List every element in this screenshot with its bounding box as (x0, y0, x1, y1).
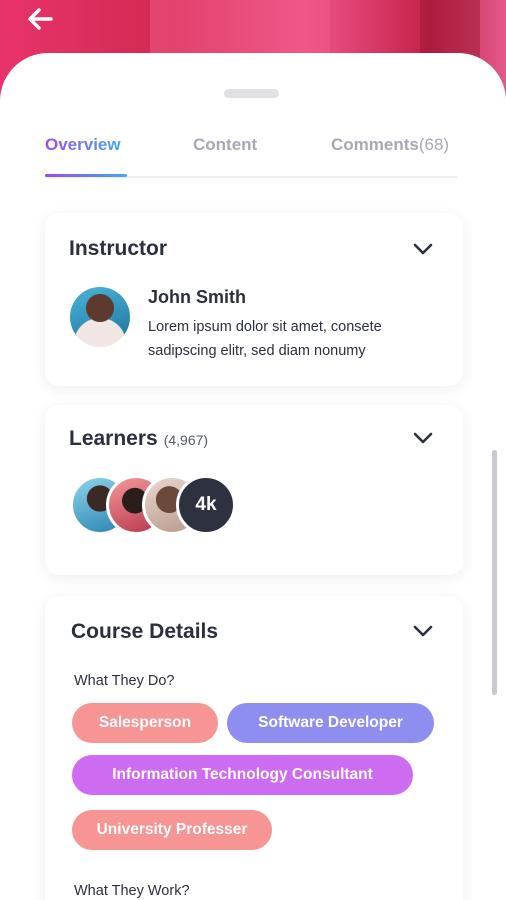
instructor-title: Instructor (69, 237, 168, 260)
cover-decoration (420, 0, 480, 60)
scrollbar[interactable] (492, 450, 497, 695)
chip-software-developer[interactable]: Software Developer (227, 703, 434, 743)
active-tab-indicator (45, 174, 127, 177)
chevron-down-icon[interactable] (413, 431, 433, 445)
back-button[interactable] (24, 4, 56, 34)
learners-card: Learners (4,967) 4k (45, 405, 463, 575)
learners-title-text: Learners (69, 427, 158, 450)
what-they-work-label: What They Work? (74, 883, 190, 899)
chip-it-consultant[interactable]: Information Technology Consultant (72, 755, 413, 795)
course-details-title: Course Details (71, 620, 219, 643)
chip-university-professor[interactable]: University Professer (72, 810, 272, 850)
tab-bar: Overview Content Comments(68) (45, 133, 457, 178)
learners-title: Learners (4,967) (69, 427, 208, 451)
instructor-name: John Smith (148, 287, 246, 307)
tab-content[interactable]: Content (193, 135, 257, 155)
learners-count: (4,967) (163, 432, 209, 448)
more-learners-badge[interactable]: 4k (176, 475, 236, 535)
instructor-bio: Lorem ipsum dolor sit amet, consete sadi… (148, 319, 382, 359)
tab-comments-label: Comments (331, 135, 419, 154)
avatar[interactable] (70, 287, 130, 347)
bottom-sheet: Overview Content Comments(68) Instructor… (0, 53, 506, 900)
chip-salesperson[interactable]: Salesperson (72, 703, 218, 743)
chevron-down-icon[interactable] (413, 242, 433, 256)
instructor-card: Instructor John Smith Lorem ipsum dolor … (45, 213, 463, 386)
tab-overview[interactable]: Overview (45, 135, 121, 155)
course-details-card: Course Details What They Do? Salesperson… (45, 596, 463, 900)
chevron-down-icon[interactable] (413, 624, 433, 638)
what-they-do-label: What They Do? (74, 673, 175, 689)
arrow-left-icon (28, 8, 53, 30)
tab-comments[interactable]: Comments(68) (331, 135, 449, 155)
sheet-drag-handle[interactable] (224, 89, 279, 98)
cover-decoration (150, 0, 330, 60)
tab-comments-count: (68) (418, 135, 450, 154)
